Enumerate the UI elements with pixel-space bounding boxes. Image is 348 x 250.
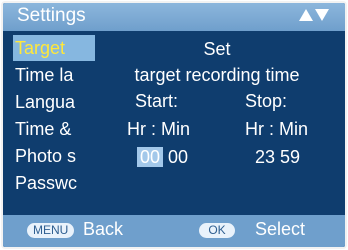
- start-minute-field[interactable]: 00: [168, 147, 188, 167]
- menu-item-target[interactable]: Target: [13, 35, 95, 61]
- stop-minute-field[interactable]: 59: [280, 147, 300, 167]
- start-hour-field[interactable]: 00: [137, 147, 164, 167]
- menu-item-language[interactable]: Langua: [13, 89, 95, 115]
- settings-screen: Settings Target Time la Langua Time & Ph…: [1, 1, 347, 249]
- start-label: Start:: [135, 91, 179, 111]
- detail-subheading: target recording time: [134, 65, 300, 85]
- start-format: Hr : Min: [127, 119, 190, 139]
- footer-bar: MENU Back OK Select: [3, 215, 345, 247]
- menu-item-time-date[interactable]: Time &: [13, 116, 95, 142]
- menu-key-badge[interactable]: MENU: [27, 223, 75, 238]
- menu-item-password[interactable]: Passwc: [13, 170, 95, 196]
- menu-item-time-lapse[interactable]: Time la: [13, 62, 95, 88]
- up-arrow-icon: [299, 9, 313, 21]
- up-down-arrows-icon: [299, 9, 329, 21]
- stop-time: 23 59: [255, 147, 300, 168]
- header-bar: Settings: [3, 3, 345, 31]
- stop-format: Hr : Min: [245, 119, 308, 139]
- stop-hour-field[interactable]: 23: [255, 147, 275, 167]
- stop-label: Stop:: [245, 91, 288, 111]
- settings-menu: Target Time la Langua Time & Photo s Pas…: [13, 35, 95, 197]
- select-label[interactable]: Select: [255, 219, 305, 240]
- down-arrow-icon: [315, 9, 329, 21]
- ok-key-badge[interactable]: OK: [199, 223, 235, 238]
- menu-item-photo-size[interactable]: Photo s: [13, 143, 95, 169]
- page-title: Settings: [17, 5, 86, 26]
- start-time: 00 00: [137, 147, 188, 168]
- detail-heading: Set: [203, 39, 231, 59]
- back-label[interactable]: Back: [83, 219, 123, 240]
